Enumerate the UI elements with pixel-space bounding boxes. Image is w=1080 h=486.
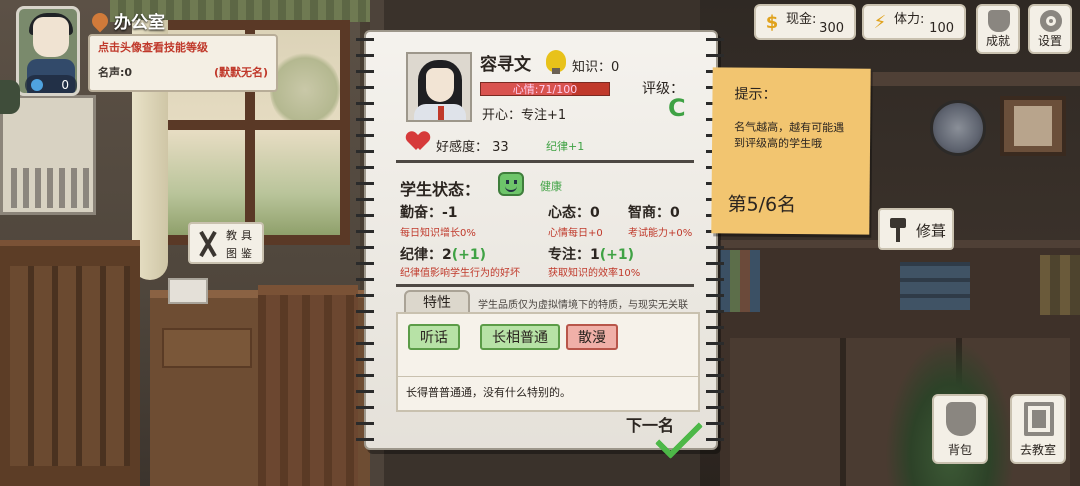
stat-iq-desc: 考试能力+0% xyxy=(628,228,693,239)
fame-title: (默默无名) xyxy=(213,66,268,79)
student-page-counter: 第5/6名 xyxy=(727,193,797,217)
trait-chip[interactable]: 长相普通 xyxy=(480,324,560,350)
avatar-hint: 点击头像查看技能等级 xyxy=(98,41,208,54)
trait-chip[interactable]: 散漫 xyxy=(566,324,618,350)
stat-mentality-desc: 心情每日+0 xyxy=(548,228,603,239)
settings-button[interactable]: 设置 xyxy=(1028,4,1072,54)
stat-iq: 智商：0 xyxy=(628,205,680,221)
happy-effect: 开心：专注+1 xyxy=(482,108,567,123)
student-portrait xyxy=(406,52,472,122)
window-transom xyxy=(160,120,340,130)
teaching-tools-button[interactable]: 教具 图鉴 xyxy=(188,222,264,264)
traits-tab[interactable]: 特性 xyxy=(404,290,470,314)
grade-value: C xyxy=(668,94,686,122)
bag-icon xyxy=(946,402,976,436)
dollar-icon: $ xyxy=(765,11,779,33)
side-drawer-toggle[interactable] xyxy=(0,80,20,114)
traits-disclaimer: 学生品质仅为虚拟情境下的特质，与现实无关联 xyxy=(478,300,688,311)
spiral-binding xyxy=(356,32,374,448)
left-shelf xyxy=(0,240,140,486)
student-profile-notebook: 容寻文 知识：0 心情:71/100 开心：专注+1 评级： C 好感度： 33… xyxy=(356,30,724,460)
player-avatar[interactable]: 0 xyxy=(16,6,80,96)
hint-sticky-note: 提示： 名气越高，越有可能遇到评级高的学生哦 第5/6名 xyxy=(711,67,871,235)
location-title: 办公室 xyxy=(88,8,165,33)
stat-discipline-desc: 纪律值影响学生行为的好坏 xyxy=(400,268,520,279)
window-tree xyxy=(270,50,340,130)
stat-discipline: 纪律：2(+1) xyxy=(400,247,487,263)
health-status: 健康 xyxy=(540,180,562,193)
traits-panel: 听话 长相普通 散漫 长得普普通通，没有什么特别的。 xyxy=(396,312,700,412)
photo-frame xyxy=(1000,96,1066,156)
upper-shelf xyxy=(860,72,1080,86)
mood-bar: 心情:71/100 xyxy=(480,82,610,96)
location-pin-icon xyxy=(88,9,112,32)
wall-poster xyxy=(0,95,96,215)
skill-level-badge: 0 xyxy=(25,75,77,93)
achievement-button[interactable]: 成就 xyxy=(976,4,1020,54)
divider xyxy=(396,284,694,287)
money-counter: $ 现金: 300 xyxy=(754,4,856,40)
player-info-card: 点击头像查看技能等级 名声:0 (默默无名) xyxy=(88,34,278,92)
stat-diligence-desc: 每日知识增长0% xyxy=(400,228,476,239)
trophy-icon xyxy=(988,10,1010,32)
door-icon xyxy=(1024,402,1054,436)
trait-description: 长得普普通通，没有什么特别的。 xyxy=(406,386,571,399)
books xyxy=(1040,255,1080,315)
skill-icon xyxy=(31,79,43,91)
knowledge-value: 知识：0 xyxy=(572,60,620,75)
bag-button[interactable]: 背包 xyxy=(932,394,988,464)
fame-value: 名声:0 xyxy=(98,66,133,79)
trait-chip[interactable]: 听话 xyxy=(408,324,460,350)
gear-icon xyxy=(1040,10,1062,32)
stat-diligence: 勤奋：-1 xyxy=(400,205,458,221)
lightbulb-icon xyxy=(546,50,566,74)
favor-bonus: 纪律+1 xyxy=(546,140,585,153)
heart-icon xyxy=(408,132,428,152)
hammer-icon xyxy=(888,218,912,242)
stat-focus: 专注：1(+1) xyxy=(548,247,635,263)
stat-mentality: 心态：0 xyxy=(548,205,600,221)
stat-focus-desc: 获取知识的效率10% xyxy=(548,268,641,279)
paper-stack xyxy=(168,278,208,304)
student-name: 容寻文 xyxy=(480,55,531,75)
stamina-counter: ⚡ 体力: 100 xyxy=(862,4,966,40)
tools-icon xyxy=(196,230,220,258)
books xyxy=(720,250,760,312)
wall-clock xyxy=(930,100,986,156)
hint-title: 提示： xyxy=(734,86,777,103)
status-title: 学生状态： xyxy=(400,180,481,199)
divider xyxy=(396,160,694,163)
lightning-icon: ⚡ xyxy=(873,11,887,33)
smiley-icon xyxy=(498,172,524,196)
go-classroom-button[interactable]: 去教室 xyxy=(1010,394,1066,464)
books xyxy=(900,262,970,310)
chair xyxy=(258,285,358,486)
divider xyxy=(398,376,698,377)
hint-body: 名气越高，越有可能遇到评级高的学生哦 xyxy=(734,120,845,151)
desk-drawer xyxy=(162,328,252,368)
favor-value: 好感度： 33 xyxy=(436,140,509,155)
repair-button[interactable]: 修葺 xyxy=(878,208,954,250)
